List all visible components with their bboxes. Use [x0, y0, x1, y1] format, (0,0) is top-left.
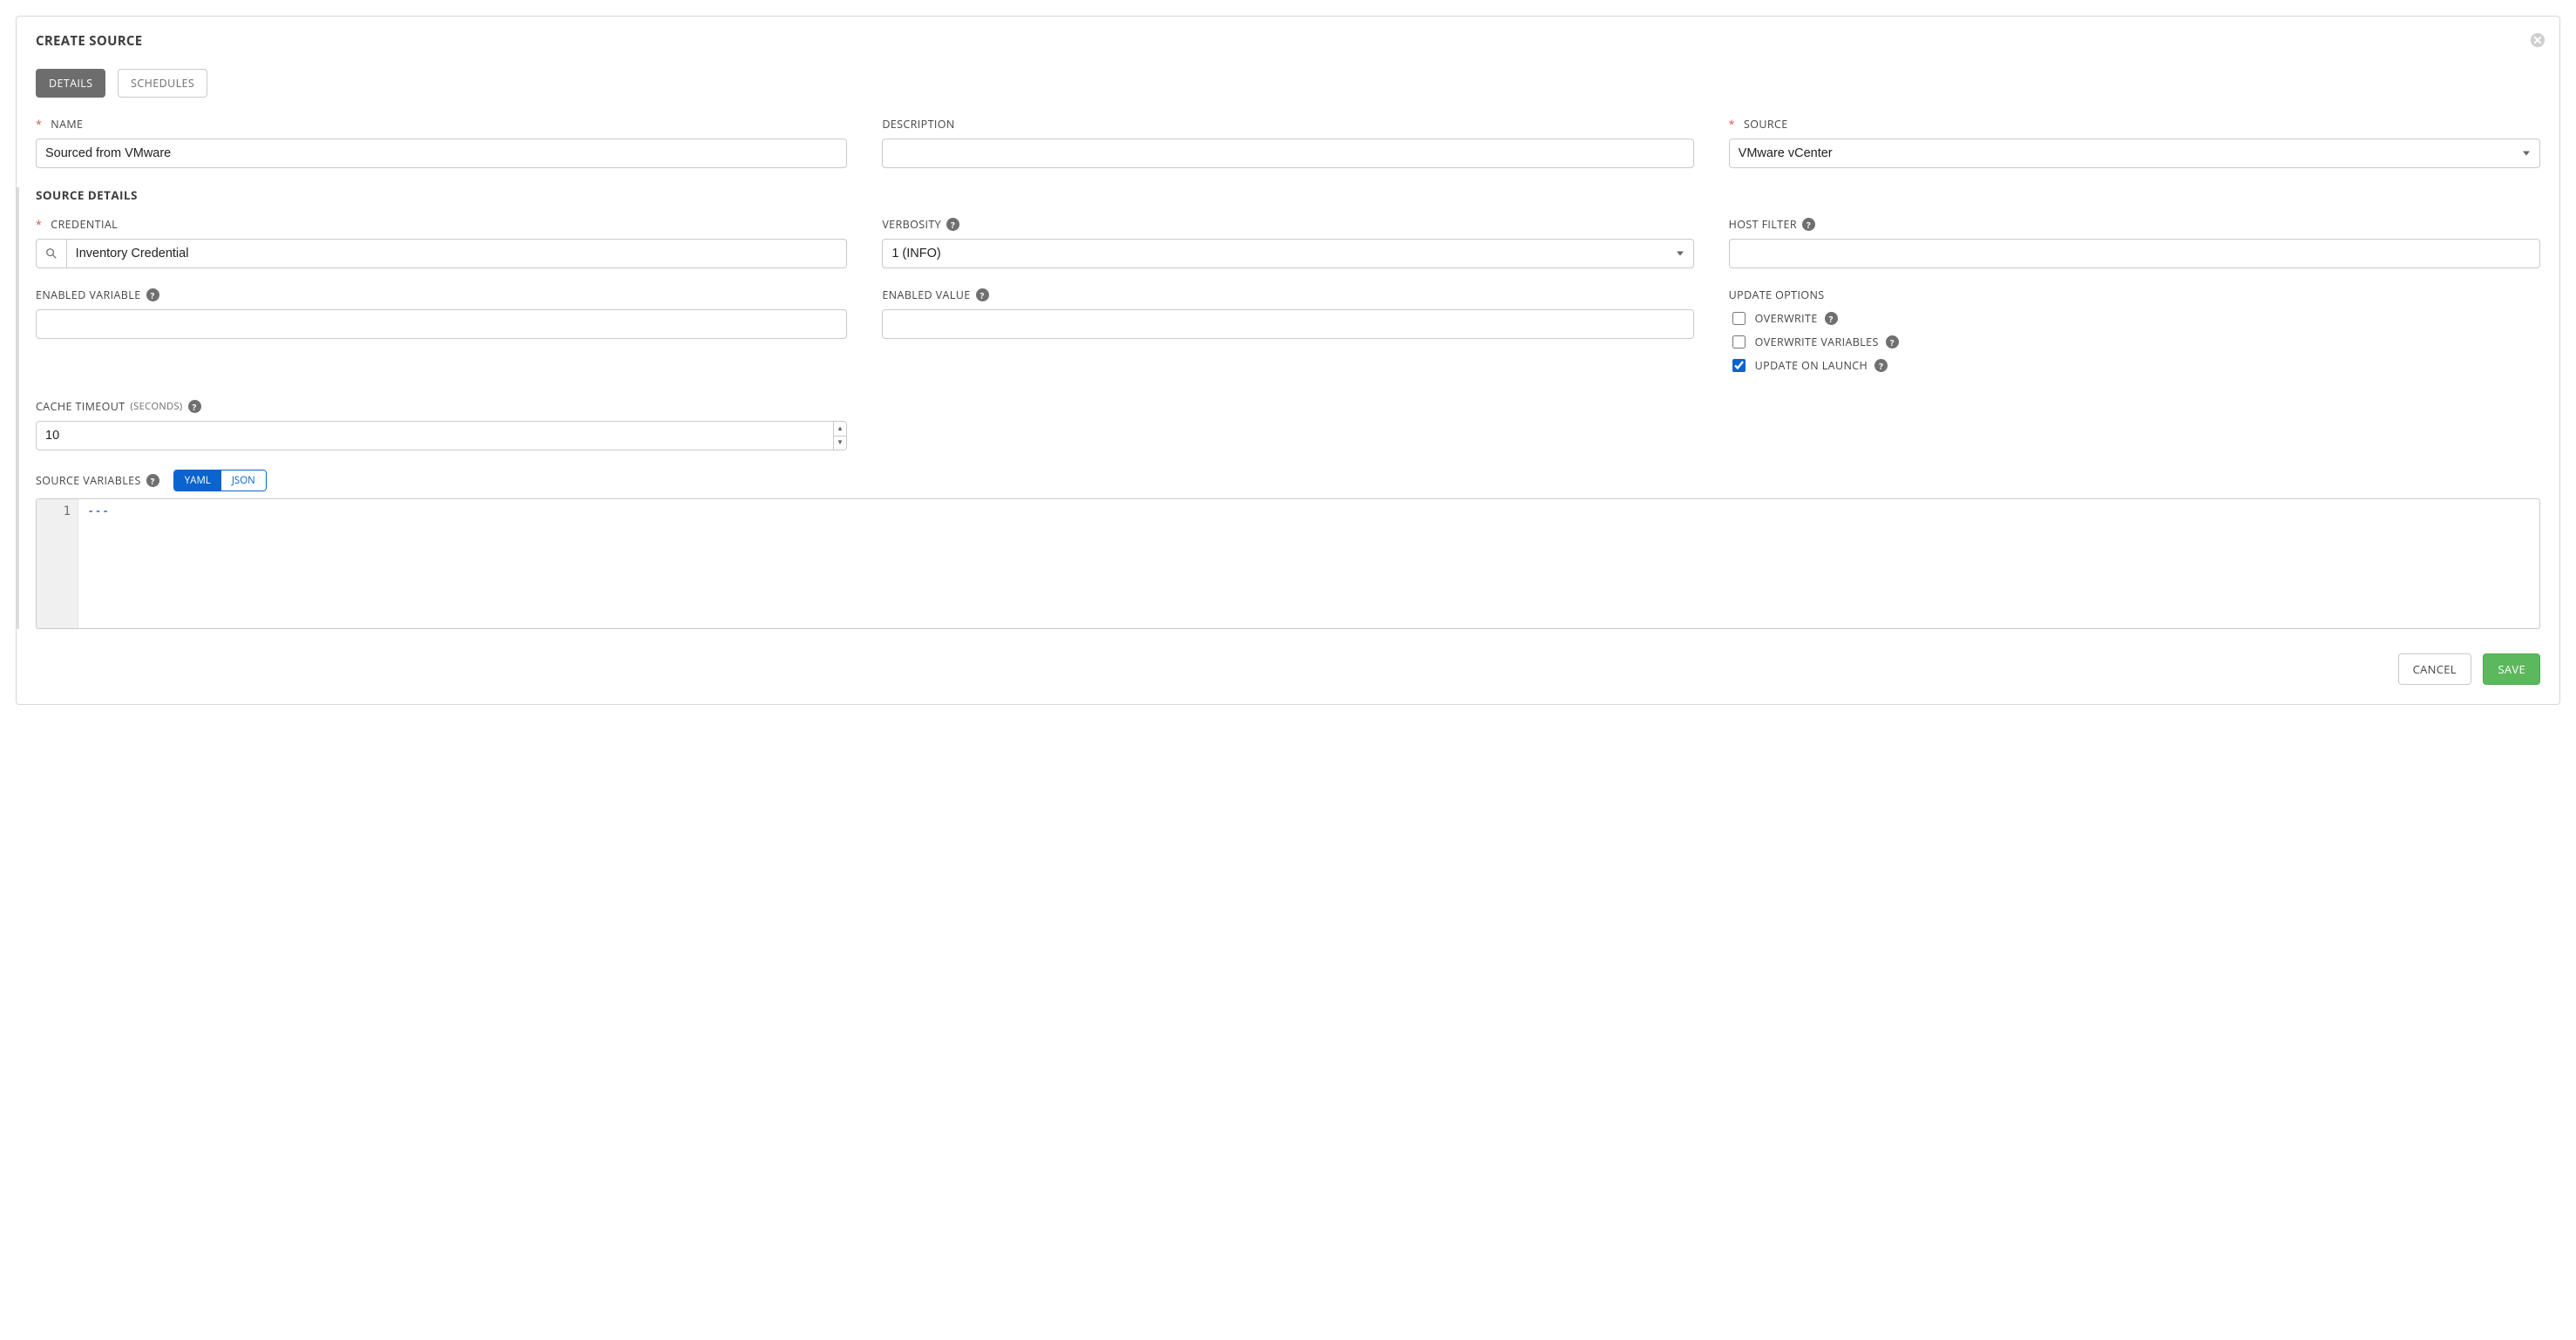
source-details-heading: SOURCE DETAILS: [36, 187, 2540, 203]
host-filter-label-text: HOST FILTER: [1729, 217, 1797, 232]
create-source-panel: CREATE SOURCE DETAILS SCHEDULES * NAME D…: [16, 16, 2560, 705]
close-icon[interactable]: [2530, 32, 2545, 51]
credential-label: * CREDENTIAL: [36, 217, 847, 232]
update-on-launch-label: UPDATE ON LAUNCH: [1755, 358, 1868, 373]
help-icon[interactable]: ?: [146, 288, 159, 301]
code-gutter: 1: [37, 499, 78, 628]
row-name-desc-source: * NAME DESCRIPTION * SOURCE: [36, 117, 2540, 168]
help-icon[interactable]: ?: [1874, 359, 1888, 372]
step-up-icon[interactable]: ▲: [834, 422, 847, 437]
help-icon[interactable]: ?: [146, 474, 159, 487]
cache-timeout-label-sub: (SECONDS): [131, 400, 183, 413]
enabled-value-label: ENABLED VALUE ?: [882, 288, 1693, 302]
cache-timeout-input[interactable]: [36, 421, 834, 450]
overwrite-variables-label: OVERWRITE VARIABLES: [1755, 335, 1879, 349]
cache-timeout-label-text: CACHE TIMEOUT: [36, 399, 125, 414]
footer-actions: CANCEL SAVE: [36, 653, 2540, 685]
enabled-variable-label: ENABLED VARIABLE ?: [36, 288, 847, 302]
help-icon[interactable]: ?: [1886, 335, 1899, 349]
code-body[interactable]: ---: [78, 499, 2539, 628]
name-label: * NAME: [36, 117, 847, 132]
enabled-variable-label-text: ENABLED VARIABLE: [36, 288, 141, 302]
required-marker: *: [1729, 117, 1735, 132]
help-icon[interactable]: ?: [946, 218, 959, 231]
update-on-launch-checkbox[interactable]: [1732, 359, 1746, 372]
step-down-icon[interactable]: ▼: [834, 437, 847, 450]
description-label: DESCRIPTION: [882, 117, 1693, 132]
overwrite-checkbox[interactable]: [1732, 312, 1746, 325]
update-options-label: UPDATE OPTIONS: [1729, 288, 2540, 302]
source-variables-label-text: SOURCE VARIABLES: [36, 473, 141, 488]
tabs: DETAILS SCHEDULES: [36, 69, 2540, 98]
row-cache-timeout: CACHE TIMEOUT (SECONDS) ? ▲ ▼: [36, 399, 2540, 450]
source-label-text: SOURCE: [1744, 117, 1788, 132]
json-option[interactable]: JSON: [221, 470, 266, 491]
help-icon[interactable]: ?: [1802, 218, 1815, 231]
help-icon[interactable]: ?: [976, 288, 989, 301]
help-icon[interactable]: ?: [1825, 312, 1838, 325]
yaml-option[interactable]: YAML: [174, 470, 221, 491]
host-filter-input[interactable]: [1729, 239, 2540, 268]
description-label-text: DESCRIPTION: [882, 117, 954, 132]
name-input[interactable]: [36, 139, 847, 168]
tab-schedules[interactable]: SCHEDULES: [118, 69, 207, 98]
host-filter-label: HOST FILTER ?: [1729, 217, 2540, 232]
update-options-label-text: UPDATE OPTIONS: [1729, 288, 1825, 302]
yaml-json-toggle: YAML JSON: [173, 470, 267, 491]
source-select[interactable]: [1729, 139, 2540, 168]
line-number: 1: [42, 504, 71, 518]
enabled-variable-input[interactable]: [36, 309, 847, 339]
row-cred-verb-host: * CREDENTIAL VERBOSITY ? HOST FILTER: [36, 217, 2540, 268]
cache-timeout-label: CACHE TIMEOUT (SECONDS) ?: [36, 399, 847, 414]
help-icon[interactable]: ?: [188, 400, 201, 413]
credential-input[interactable]: [66, 239, 848, 268]
required-marker: *: [36, 117, 42, 132]
verbosity-select[interactable]: [882, 239, 1693, 268]
overwrite-variables-option[interactable]: OVERWRITE VARIABLES ?: [1729, 333, 2540, 351]
verbosity-label-text: VERBOSITY: [882, 217, 941, 232]
update-on-launch-option[interactable]: UPDATE ON LAUNCH ?: [1729, 356, 2540, 375]
row-enabled-update: ENABLED VARIABLE ? ENABLED VALUE ? UPDAT…: [36, 288, 2540, 380]
number-stepper: ▲ ▼: [834, 421, 848, 450]
credential-label-text: CREDENTIAL: [51, 217, 118, 232]
name-label-text: NAME: [51, 117, 83, 132]
enabled-value-label-text: ENABLED VALUE: [882, 288, 970, 302]
source-label: * SOURCE: [1729, 117, 2540, 132]
enabled-value-input[interactable]: [882, 309, 1693, 339]
source-variables-header: SOURCE VARIABLES ? YAML JSON: [36, 470, 2540, 491]
save-button[interactable]: SAVE: [2483, 653, 2540, 685]
overwrite-variables-checkbox[interactable]: [1732, 335, 1746, 349]
search-icon[interactable]: [36, 239, 66, 268]
tab-details[interactable]: DETAILS: [36, 69, 105, 98]
overwrite-option[interactable]: OVERWRITE ?: [1729, 309, 2540, 328]
update-options-list: OVERWRITE ? OVERWRITE VARIABLES ? UPDATE…: [1729, 309, 2540, 375]
verbosity-label: VERBOSITY ?: [882, 217, 1693, 232]
cancel-button[interactable]: CANCEL: [2398, 653, 2471, 685]
required-marker: *: [36, 217, 42, 232]
description-input[interactable]: [882, 139, 1693, 168]
panel-title: CREATE SOURCE: [36, 32, 2540, 50]
source-variables-editor[interactable]: 1 ---: [36, 498, 2540, 629]
overwrite-label: OVERWRITE: [1755, 311, 1818, 326]
